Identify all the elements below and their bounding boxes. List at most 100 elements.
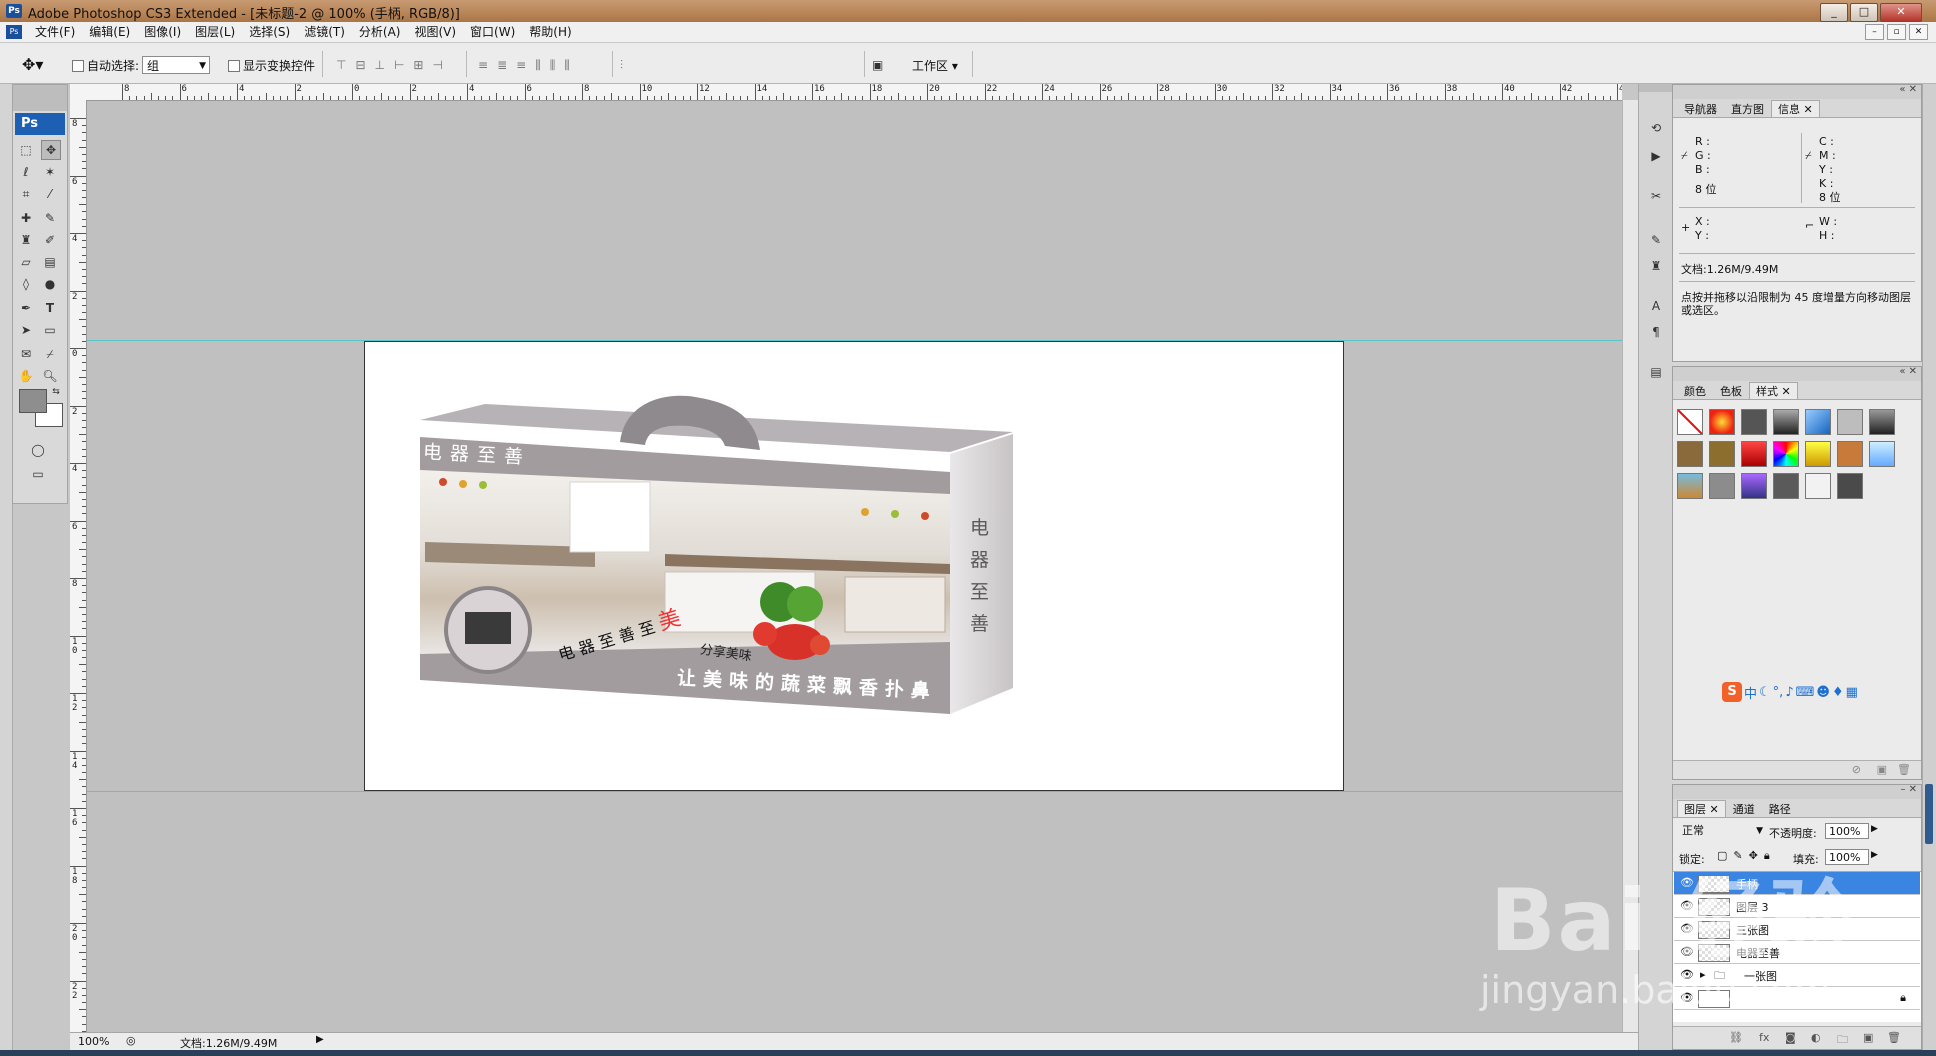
quick-mask-icon[interactable]: ◯ xyxy=(29,441,47,459)
tab-swatches[interactable]: 色板 xyxy=(1713,382,1749,399)
status-menu-icon[interactable]: ◎ xyxy=(126,1034,136,1047)
doc-restore-button[interactable]: ▫ xyxy=(1887,24,1906,40)
ime-chinese-mode[interactable]: 中 xyxy=(1744,683,1757,702)
style-swatch[interactable] xyxy=(1677,441,1703,467)
distribute-bottom-icon[interactable]: ≡ xyxy=(516,58,526,73)
dodge-tool-icon[interactable]: ● xyxy=(41,275,59,293)
move-tool-preset-icon[interactable]: ✥▾ xyxy=(22,55,43,74)
style-swatch[interactable] xyxy=(1741,409,1767,435)
new-layer-icon[interactable]: ▣ xyxy=(1863,1031,1873,1044)
opacity-input[interactable]: 100% xyxy=(1825,823,1869,839)
lasso-tool-icon[interactable]: ℓ xyxy=(17,163,35,181)
panel-collapse-icon[interactable]: « ✕ xyxy=(1899,84,1917,95)
tab-styles[interactable]: 样式 ✕ xyxy=(1749,382,1798,399)
maximize-button[interactable]: □ xyxy=(1850,3,1878,22)
pen-tool-icon[interactable]: ✒ xyxy=(17,299,35,317)
ime-grid-icon[interactable]: ▦ xyxy=(1846,685,1858,700)
style-swatch[interactable] xyxy=(1869,409,1895,435)
blur-tool-icon[interactable]: ◊ xyxy=(17,275,35,293)
eyedropper-icon[interactable]: ⌿ xyxy=(1681,149,1688,163)
menu-help[interactable]: 帮助(H) xyxy=(522,24,578,40)
eyedropper-tool-icon[interactable]: ⌿ xyxy=(41,345,59,363)
marquee-tool-icon[interactable]: ⬚ xyxy=(17,141,35,159)
ime-moon-icon[interactable]: ☾ xyxy=(1759,685,1771,700)
opacity-arrow-icon[interactable]: ▶ xyxy=(1871,824,1878,834)
style-swatch[interactable] xyxy=(1677,473,1703,499)
style-swatch[interactable] xyxy=(1805,441,1831,467)
style-swatch[interactable] xyxy=(1677,409,1703,435)
align-top-icon[interactable]: ⊤ xyxy=(336,58,346,72)
tab-layers[interactable]: 图层 ✕ xyxy=(1677,800,1726,817)
distribute-vcenter-icon[interactable]: ≣ xyxy=(497,58,507,73)
status-arrow-icon[interactable]: ▶ xyxy=(316,1034,324,1045)
ime-keyboard-icon[interactable]: ⌨ xyxy=(1796,685,1815,700)
adjustment-layer-icon[interactable]: ◐ xyxy=(1811,1031,1821,1044)
toolbox-logo[interactable]: Ps xyxy=(15,113,65,135)
style-swatch[interactable] xyxy=(1869,441,1895,467)
brushes-panel-icon[interactable]: ✎ xyxy=(1645,230,1667,250)
path-selection-tool-icon[interactable]: ➤ xyxy=(17,321,35,339)
ime-user-icon[interactable]: ☻ xyxy=(1816,685,1830,700)
distribute-right-icon[interactable]: ⫼ xyxy=(564,58,570,73)
panel-collapse-icon[interactable]: – ✕ xyxy=(1900,784,1917,795)
clear-style-icon[interactable]: ⊘ xyxy=(1852,763,1861,776)
auto-select-checkbox[interactable]: 自动选择: xyxy=(72,57,139,74)
magic-wand-tool-icon[interactable]: ✶ xyxy=(41,163,59,181)
align-left-icon[interactable]: ⊢ xyxy=(394,58,404,72)
history-brush-tool-icon[interactable]: ✐ xyxy=(41,231,59,249)
distribute-left-icon[interactable]: ⫼ xyxy=(535,58,541,73)
menu-file[interactable]: 文件(F) xyxy=(28,24,82,40)
tab-info[interactable]: 信息 ✕ xyxy=(1771,100,1820,117)
new-group-icon[interactable]: 🗀 xyxy=(1837,1031,1848,1050)
ime-mic-icon[interactable]: ♪ xyxy=(1785,685,1793,700)
style-swatch[interactable] xyxy=(1741,441,1767,467)
toolbox-header[interactable] xyxy=(13,85,67,111)
style-swatch[interactable] xyxy=(1773,409,1799,435)
style-swatch[interactable] xyxy=(1709,473,1735,499)
panel-collapse-icon[interactable]: « ✕ xyxy=(1899,366,1917,377)
tab-paths[interactable]: 路径 xyxy=(1762,800,1798,817)
tab-histogram[interactable]: 直方图 xyxy=(1724,100,1771,117)
history-panel-icon[interactable]: ⟲ xyxy=(1645,118,1667,138)
workspace-button[interactable]: 工作区 ▾ xyxy=(912,57,958,74)
layer-mask-icon[interactable]: ◙ xyxy=(1785,1031,1796,1044)
style-swatch[interactable] xyxy=(1773,473,1799,499)
style-swatch[interactable] xyxy=(1837,441,1863,467)
menu-select[interactable]: 选择(S) xyxy=(242,24,297,40)
swap-colors-icon[interactable]: ⇆ xyxy=(47,383,65,401)
close-button[interactable]: ✕ xyxy=(1880,3,1922,22)
fill-arrow-icon[interactable]: ▶ xyxy=(1871,850,1878,860)
character-panel-icon[interactable]: A xyxy=(1645,296,1667,316)
bridge-icon[interactable]: ▣ xyxy=(872,58,883,72)
menu-layer[interactable]: 图层(L) xyxy=(188,24,242,40)
tools-preset-icon[interactable]: ✂ xyxy=(1645,186,1667,206)
auto-select-dropdown[interactable]: 组 ▼ xyxy=(142,56,210,74)
zoom-level[interactable]: 100% xyxy=(78,1035,109,1048)
brush-tool-icon[interactable]: ✎ xyxy=(41,209,59,227)
menu-window[interactable]: 窗口(W) xyxy=(463,24,522,40)
doc-minimize-button[interactable]: – xyxy=(1865,24,1884,40)
ime-punct-icon[interactable]: °, xyxy=(1773,685,1784,700)
link-layers-icon[interactable]: ⛓ xyxy=(1729,1031,1743,1044)
align-bottom-icon[interactable]: ⊥ xyxy=(375,58,385,72)
style-swatch[interactable] xyxy=(1709,409,1735,435)
menu-filter[interactable]: 滤镜(T) xyxy=(297,24,352,40)
layer-style-icon[interactable]: fx xyxy=(1759,1031,1769,1044)
style-swatch[interactable] xyxy=(1805,473,1831,499)
delete-layer-icon[interactable]: 🗑︎ xyxy=(1887,1031,1901,1044)
panel-grip[interactable] xyxy=(1925,784,1933,844)
healing-brush-tool-icon[interactable]: ✚ xyxy=(17,209,35,227)
style-swatch[interactable] xyxy=(1837,409,1863,435)
style-swatch[interactable] xyxy=(1741,473,1767,499)
minimize-button[interactable]: _ xyxy=(1820,3,1848,22)
notes-tool-icon[interactable]: ✉ xyxy=(17,345,35,363)
align-hcenter-icon[interactable]: ⊞ xyxy=(413,58,423,72)
auto-align-icon[interactable]: ⫶ xyxy=(620,58,623,73)
type-tool-icon[interactable]: T xyxy=(41,299,59,317)
align-right-icon[interactable]: ⊣ xyxy=(432,58,442,72)
eraser-tool-icon[interactable]: ▱ xyxy=(17,253,35,271)
tab-color[interactable]: 颜色 xyxy=(1677,382,1713,399)
menu-view[interactable]: 视图(V) xyxy=(407,24,463,40)
menu-analysis[interactable]: 分析(A) xyxy=(352,24,408,40)
menu-image[interactable]: 图像(I) xyxy=(137,24,188,40)
